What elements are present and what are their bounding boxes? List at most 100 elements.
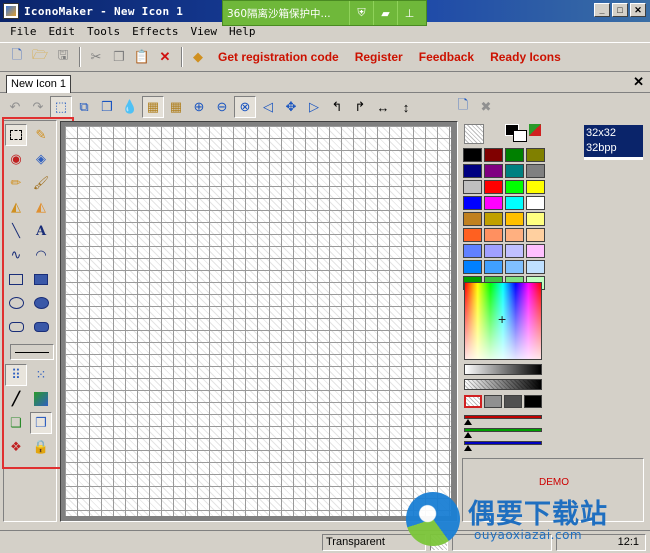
brush-tool[interactable]: 🖌 bbox=[30, 172, 52, 194]
curve-tool[interactable]: ∿ bbox=[5, 244, 27, 266]
color-swatch[interactable] bbox=[505, 180, 524, 194]
zoom-fit-icon[interactable]: ⊗ bbox=[234, 96, 256, 118]
feedback-link[interactable]: Feedback bbox=[419, 50, 474, 64]
grayscale-ramp[interactable] bbox=[464, 364, 542, 375]
rotate-right-icon[interactable]: ↱ bbox=[349, 96, 371, 118]
new-format-icon[interactable]: 🗋 bbox=[452, 96, 474, 118]
flip-vertical-icon[interactable]: ↕ bbox=[395, 96, 417, 118]
color-swatch[interactable] bbox=[463, 228, 482, 242]
menu-file[interactable]: File bbox=[4, 25, 43, 38]
color-swatch[interactable] bbox=[484, 212, 503, 226]
close-button[interactable]: ✕ bbox=[630, 3, 646, 17]
rounded-rect-tool[interactable] bbox=[5, 316, 27, 338]
drop-icon[interactable]: 💧 bbox=[119, 96, 141, 118]
move-right-icon[interactable]: ▷ bbox=[303, 96, 325, 118]
color-swatch[interactable] bbox=[526, 164, 545, 178]
lock-tool[interactable]: 🔒 bbox=[30, 436, 52, 458]
color-swatch[interactable] bbox=[526, 228, 545, 242]
filled-rectangle-tool[interactable] bbox=[30, 268, 52, 290]
color-swatch[interactable] bbox=[505, 212, 524, 226]
zoom-in-icon[interactable]: ⊕ bbox=[188, 96, 210, 118]
spray-tool[interactable]: ⁙ bbox=[30, 364, 52, 386]
color-swatch[interactable] bbox=[484, 148, 503, 162]
format-item-selected[interactable]: 32x32 32bpp bbox=[584, 125, 643, 157]
tab-new-icon-1[interactable]: New Icon 1 bbox=[6, 75, 72, 93]
green-slider-thumb[interactable] bbox=[464, 432, 472, 438]
color-swatch[interactable] bbox=[505, 148, 524, 162]
open-folder-icon[interactable]: 🗁 bbox=[29, 46, 51, 68]
red-channel-slider[interactable] bbox=[464, 415, 542, 419]
cut-icon[interactable]: ✂ bbox=[85, 46, 107, 68]
color-swatch[interactable] bbox=[463, 164, 482, 178]
delete-format-icon[interactable]: ✖ bbox=[475, 96, 497, 118]
color-swatch[interactable] bbox=[463, 244, 482, 258]
paste-icon[interactable]: 📋 bbox=[131, 46, 153, 68]
drawing-canvas[interactable] bbox=[65, 126, 451, 516]
color-swatch[interactable] bbox=[526, 212, 545, 226]
color-swatch[interactable] bbox=[484, 228, 503, 242]
move-left-icon[interactable]: ◁ bbox=[257, 96, 279, 118]
swap-colors-icon[interactable] bbox=[529, 124, 541, 136]
rotate-left-icon[interactable]: ↰ bbox=[326, 96, 348, 118]
transparent-color-swatch[interactable] bbox=[464, 124, 484, 144]
stroke-tool[interactable]: ╱ bbox=[5, 388, 27, 410]
copy-icon[interactable]: ❐ bbox=[108, 46, 130, 68]
mini-swatch-black[interactable] bbox=[524, 395, 542, 408]
color-adjust-tool[interactable] bbox=[30, 388, 52, 410]
menu-effects[interactable]: Effects bbox=[126, 25, 184, 38]
ready-icons-link[interactable]: Ready Icons bbox=[490, 50, 561, 64]
color-swatch[interactable] bbox=[484, 196, 503, 210]
minimize-button[interactable]: _ bbox=[594, 3, 610, 17]
color-swatch[interactable] bbox=[526, 148, 545, 162]
mini-swatch-dark-gray[interactable] bbox=[504, 395, 522, 408]
grid-icon[interactable]: ▦ bbox=[142, 96, 164, 118]
color-swatch[interactable] bbox=[484, 180, 503, 194]
menu-edit[interactable]: Edit bbox=[43, 25, 82, 38]
eraser-tool[interactable]: ◈ bbox=[30, 148, 52, 170]
foreground-background-colors[interactable] bbox=[505, 124, 541, 144]
pencil-tool[interactable]: ✏ bbox=[5, 172, 27, 194]
fill-tool[interactable]: ◭ bbox=[5, 196, 27, 218]
color-replace-tool[interactable]: ◉ bbox=[5, 148, 27, 170]
red-slider-thumb[interactable] bbox=[464, 419, 472, 425]
filled-rounded-rect-tool[interactable] bbox=[30, 316, 52, 338]
color-swatch[interactable] bbox=[484, 164, 503, 178]
color-swatch[interactable] bbox=[505, 196, 524, 210]
line-tool[interactable]: ╲ bbox=[5, 220, 27, 242]
mini-swatch-transparent[interactable] bbox=[464, 395, 482, 408]
new-file-icon[interactable]: 🗋 bbox=[6, 46, 28, 68]
layer-alt-tool[interactable]: ❐ bbox=[30, 412, 52, 434]
frame-3d-icon[interactable]: ❒ bbox=[96, 96, 118, 118]
mini-swatch-gray[interactable] bbox=[484, 395, 502, 408]
color-swatch[interactable] bbox=[526, 180, 545, 194]
flip-horizontal-icon[interactable]: ↔ bbox=[372, 96, 394, 118]
close-tab-icon[interactable]: ✕ bbox=[633, 74, 644, 90]
text-tool[interactable]: A bbox=[30, 220, 52, 242]
color-swatch[interactable] bbox=[526, 244, 545, 258]
color-swatch[interactable] bbox=[484, 260, 503, 274]
color-swatch[interactable] bbox=[526, 260, 545, 274]
effect-tool[interactable]: ❖ bbox=[5, 436, 27, 458]
rect-select-tool[interactable] bbox=[5, 124, 27, 146]
brush-shape-tool[interactable]: ⠿ bbox=[5, 364, 27, 386]
move-all-icon[interactable]: ✥ bbox=[280, 96, 302, 118]
color-swatch[interactable] bbox=[463, 196, 482, 210]
color-swatch[interactable] bbox=[526, 196, 545, 210]
blue-channel-slider[interactable] bbox=[464, 441, 542, 445]
color-swatch[interactable] bbox=[505, 260, 524, 274]
save-icon[interactable]: 🖫 bbox=[52, 46, 74, 68]
grid-alt-icon[interactable]: ▦ bbox=[165, 96, 187, 118]
redo-icon[interactable]: ↷ bbox=[27, 96, 49, 118]
color-swatch[interactable] bbox=[463, 180, 482, 194]
color-swatch[interactable] bbox=[463, 260, 482, 274]
menu-tools[interactable]: Tools bbox=[81, 25, 126, 38]
book-icon[interactable]: ◆ bbox=[187, 46, 209, 68]
ellipse-tool[interactable] bbox=[5, 292, 27, 314]
background-color[interactable] bbox=[513, 130, 527, 142]
undo-icon[interactable]: ↶ bbox=[4, 96, 26, 118]
blue-slider-thumb[interactable] bbox=[464, 445, 472, 451]
gradient-fill-tool[interactable]: ◭ bbox=[30, 196, 52, 218]
filled-ellipse-tool[interactable] bbox=[30, 292, 52, 314]
color-swatch[interactable] bbox=[505, 244, 524, 258]
color-spectrum-picker[interactable] bbox=[464, 282, 542, 360]
